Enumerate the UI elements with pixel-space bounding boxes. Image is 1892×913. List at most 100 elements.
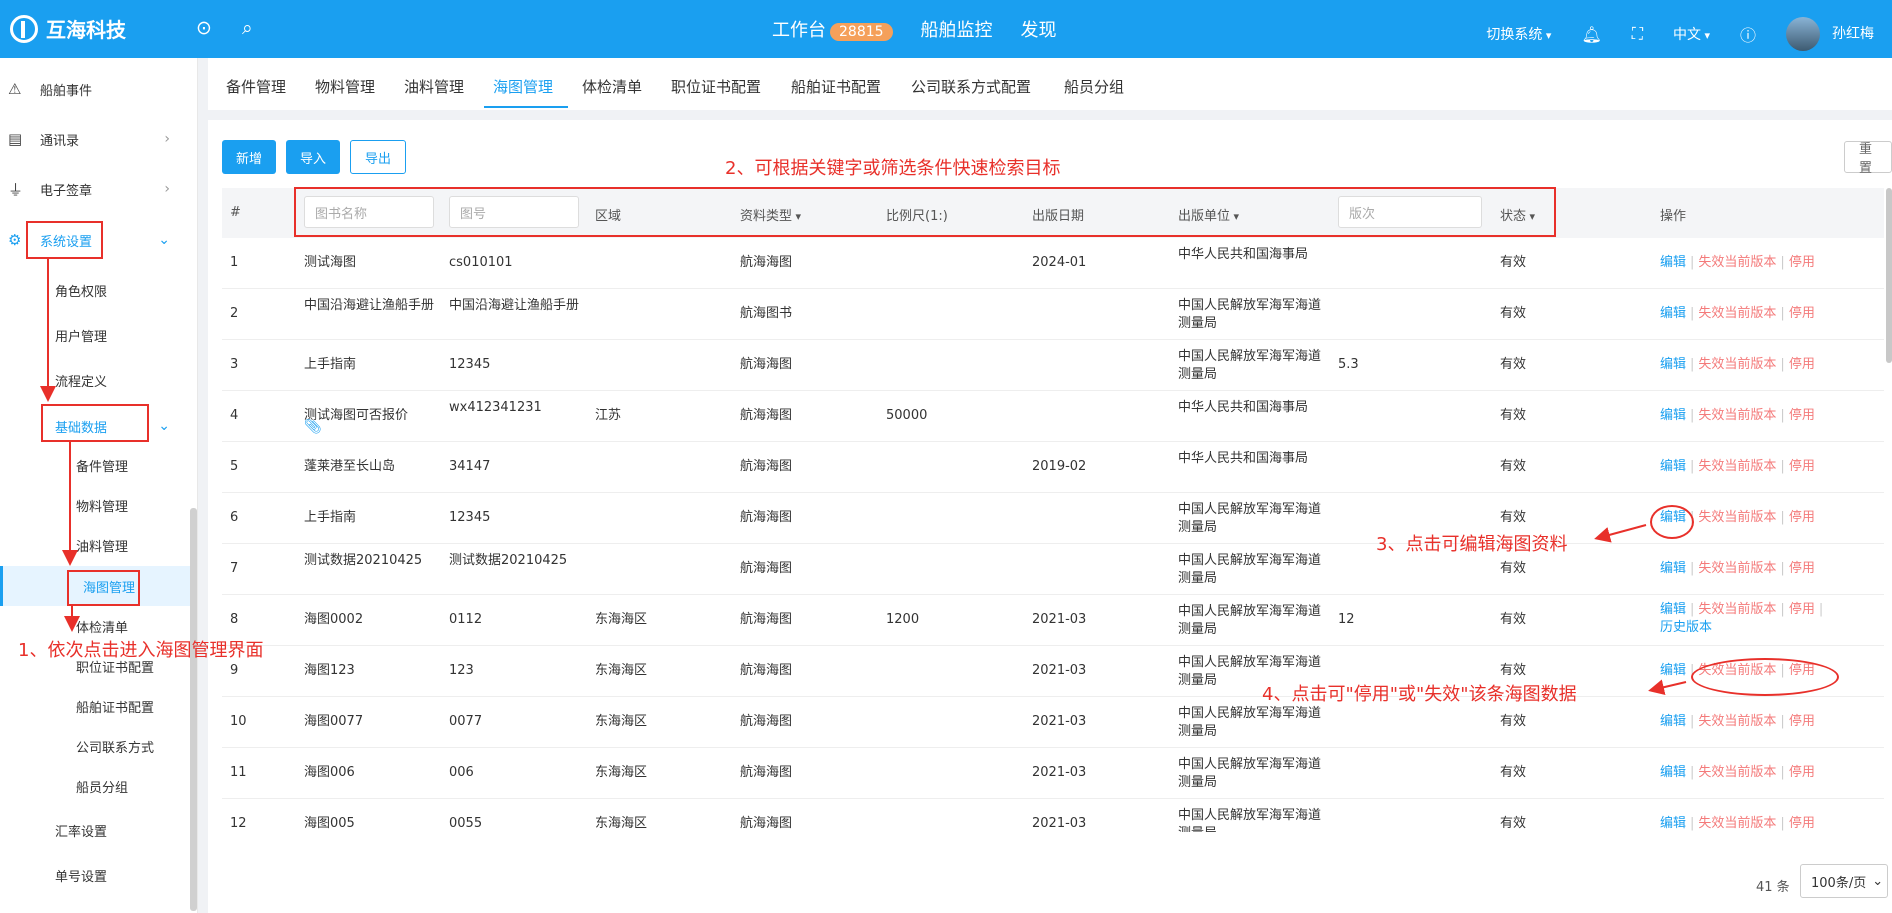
disable-link[interactable]: 停用 <box>1789 816 1815 831</box>
bell-icon[interactable]: 🔔︎ <box>1581 25 1601 44</box>
sidebar-item-company-contact[interactable]: 公司联系方式 <box>0 726 190 766</box>
fullscreen-icon[interactable]: ⛶ <box>1632 24 1643 44</box>
invalidate-version-link[interactable]: 失效当前版本 <box>1698 816 1776 831</box>
cell-pub: 中国人民解放军海军海道测量局 <box>1178 706 1322 739</box>
disable-link[interactable]: 停用 <box>1789 602 1815 617</box>
cell-status: 有效 <box>1500 714 1527 729</box>
table-row: 12 海图005 0055 东海海区 航海海图 2021-03 中国人民解放军海军海道测量局… <box>222 799 1884 832</box>
sidebar-item-workflow[interactable]: 流程定义 <box>0 358 190 402</box>
invalidate-version-link[interactable]: 失效当前版本 <box>1698 765 1776 780</box>
search-icon[interactable]: ⌕ <box>242 17 253 39</box>
table-scrollbar[interactable] <box>1886 188 1892 363</box>
invalidate-version-link[interactable]: 失效当前版本 <box>1698 561 1776 576</box>
disable-link[interactable]: 停用 <box>1789 306 1815 321</box>
edit-link[interactable]: 编辑 <box>1660 357 1686 372</box>
reset-button[interactable]: 重置 <box>1844 141 1892 176</box>
edit-link[interactable]: 编辑 <box>1660 459 1686 474</box>
sidebar-item-number-setting[interactable]: 单号设置 <box>0 853 190 897</box>
invalidate-version-link[interactable]: 失效当前版本 <box>1698 357 1776 372</box>
user-menu[interactable]: 孙红梅 <box>1786 17 1874 51</box>
sidebar-item-oil[interactable]: 油料管理 <box>0 525 190 565</box>
tab-company-contact[interactable]: 公司联系方式配置 <box>911 76 1031 97</box>
tab-spare-parts[interactable]: 备件管理 <box>226 76 286 97</box>
cell-region: 江苏 <box>595 408 622 423</box>
sidebar-item-ship-cert[interactable]: 船舶证书配置 <box>0 686 190 726</box>
attachment-icon[interactable]: 📎︎ <box>304 419 322 435</box>
edit-link[interactable]: 编辑 <box>1660 602 1686 617</box>
cell-name: 海图0077 <box>304 714 364 729</box>
disable-link[interactable]: 停用 <box>1789 510 1815 525</box>
col-index: # <box>230 205 241 220</box>
help-icon[interactable]: ⓘ <box>1740 22 1756 46</box>
cell-i: 9 <box>230 663 239 678</box>
avatar <box>1786 17 1820 51</box>
invalidate-version-link[interactable]: 失效当前版本 <box>1698 714 1776 729</box>
active-tab-indicator <box>484 106 568 108</box>
annotation-circle-disable <box>1691 658 1839 696</box>
app-logo[interactable]: 互海科技 <box>10 14 126 43</box>
disable-link[interactable]: 停用 <box>1789 357 1815 372</box>
cell-type: 航海海图 <box>740 714 793 729</box>
language-dropdown[interactable]: 中文 <box>1673 24 1710 44</box>
disable-link[interactable]: 停用 <box>1789 714 1815 729</box>
switch-system-dropdown[interactable]: 切换系统 <box>1486 24 1551 44</box>
sidebar-item-exchange-rate[interactable]: 汇率设置 <box>0 808 190 852</box>
annotation-step-2: 2、可根据关键字或筛选条件快速检索目标 <box>725 158 1061 179</box>
tab-chart-management[interactable]: 海图管理 <box>493 76 553 97</box>
tab-oil[interactable]: 油料管理 <box>404 76 464 97</box>
sidebar-scrollbar[interactable] <box>190 508 197 911</box>
edit-link[interactable]: 编辑 <box>1660 561 1686 576</box>
invalidate-version-link[interactable]: 失效当前版本 <box>1698 255 1776 270</box>
edit-link[interactable]: 编辑 <box>1660 714 1686 729</box>
sidebar-item-e-signature[interactable]: ⏚ 电子签章 › <box>0 167 190 211</box>
invalidate-version-link[interactable]: 失效当前版本 <box>1698 408 1776 423</box>
add-button[interactable]: 新增 <box>222 140 277 174</box>
action-separator: | <box>1690 306 1695 321</box>
tab-position-cert[interactable]: 职位证书配置 <box>671 76 761 97</box>
edit-link[interactable]: 编辑 <box>1660 408 1686 423</box>
cell-no: 12345 <box>449 357 491 372</box>
disable-link[interactable]: 停用 <box>1789 561 1815 576</box>
disable-link[interactable]: 停用 <box>1789 765 1815 780</box>
sidebar-item-contacts[interactable]: ▤ 通讯录 › <box>0 117 190 161</box>
disable-link[interactable]: 停用 <box>1789 459 1815 474</box>
invalidate-version-link[interactable]: 失效当前版本 <box>1698 306 1776 321</box>
nav-workbench[interactable]: 工作台 28815 <box>772 16 893 42</box>
edit-link[interactable]: 编辑 <box>1660 255 1686 270</box>
tab-materials[interactable]: 物料管理 <box>315 76 375 97</box>
tab-ship-cert[interactable]: 船舶证书配置 <box>791 76 881 97</box>
tab-crew-group[interactable]: 船员分组 <box>1064 76 1124 97</box>
row-actions: 编辑 | 失效当前版本 | 停用 <box>1660 254 1870 272</box>
sidebar-item-crew-group[interactable]: 船员分组 <box>0 766 190 806</box>
tab-medical-checklist[interactable]: 体检清单 <box>582 76 642 97</box>
cell-date: 2021-03 <box>1032 816 1087 831</box>
history-version-link[interactable]: 历史版本 <box>1660 620 1712 635</box>
edit-link[interactable]: 编辑 <box>1660 816 1686 831</box>
action-separator: | <box>1780 765 1785 780</box>
import-button[interactable]: 导入 <box>286 140 341 174</box>
export-button[interactable]: 导出 <box>350 140 407 174</box>
sidebar-item-materials[interactable]: 物料管理 <box>0 485 190 525</box>
edit-link[interactable]: 编辑 <box>1660 765 1686 780</box>
invalidate-version-link[interactable]: 失效当前版本 <box>1698 510 1776 525</box>
cell-type: 航海海图 <box>740 408 793 423</box>
sidebar-item-users[interactable]: 用户管理 <box>0 313 190 357</box>
back-circle-icon[interactable]: ⊙ <box>196 17 212 39</box>
edit-link[interactable]: 编辑 <box>1660 306 1686 321</box>
sidebar-item-roles[interactable]: 角色权限 <box>0 268 190 312</box>
page-size-select[interactable]: 100条/页 ⌄ <box>1800 864 1888 898</box>
invalidate-version-link[interactable]: 失效当前版本 <box>1698 459 1776 474</box>
top-nav: 工作台 28815 船舶监控 发现 <box>772 16 1057 42</box>
edit-link[interactable]: 编辑 <box>1660 663 1686 678</box>
sidebar-item-spare-parts[interactable]: 备件管理 <box>0 445 190 485</box>
nav-ship-monitor[interactable]: 船舶监控 <box>921 16 993 42</box>
invalidate-version-link[interactable]: 失效当前版本 <box>1698 602 1776 617</box>
sidebar-item-ship-events[interactable]: ⚠ 船舶事件 <box>0 67 190 111</box>
cell-name: 测试海图 <box>304 255 357 270</box>
table-row: 10 海图0077 0077 东海海区 航海海图 2021-03 中国人民解放军海军海道测量… <box>222 697 1884 748</box>
nav-discover[interactable]: 发现 <box>1021 16 1057 42</box>
cell-type: 航海海图 <box>740 459 793 474</box>
disable-link[interactable]: 停用 <box>1789 408 1815 423</box>
cell-scale: 1200 <box>886 612 920 627</box>
disable-link[interactable]: 停用 <box>1789 255 1815 270</box>
